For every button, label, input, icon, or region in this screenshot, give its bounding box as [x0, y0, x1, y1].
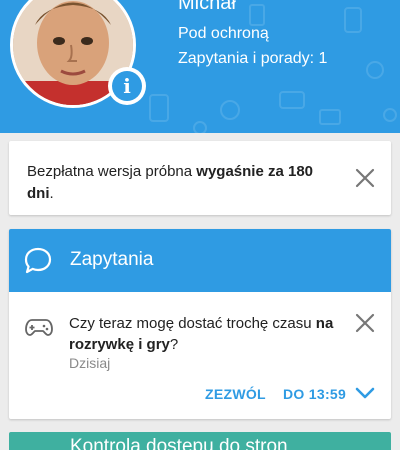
close-icon: [355, 313, 375, 333]
allow-until-button[interactable]: DO 13:59: [283, 386, 346, 402]
request-time: Dzisiaj: [69, 355, 111, 371]
site-access-card[interactable]: Kontrola dostępu do stron: [9, 432, 391, 450]
chat-bubble-icon: [24, 247, 52, 274]
trial-text-suffix: .: [49, 185, 54, 202]
info-button[interactable]: i: [108, 67, 146, 105]
gamepad-icon: [25, 319, 53, 336]
requests-header: Zapytania: [9, 229, 391, 292]
requests-count: Zapytania i porady: 1: [178, 50, 328, 67]
close-icon: [355, 168, 375, 188]
profile-header: i Michał Pod ochroną Zapytania i porady:…: [0, 0, 400, 133]
protection-status: Pod ochroną: [178, 25, 269, 42]
trial-card: Bezpłatna wersja próbna wygaśnie za 180 …: [9, 141, 391, 215]
requests-card: Zapytania Czy teraz mogę dostać trochę c…: [9, 229, 391, 419]
trial-text-prefix: Bezpłatna wersja próbna: [27, 163, 197, 180]
question-suffix: ?: [169, 336, 179, 353]
request-close-button[interactable]: [353, 311, 377, 335]
chevron-down-icon[interactable]: [355, 386, 375, 400]
requests-title: Zapytania: [70, 249, 154, 270]
allow-button[interactable]: ZEZWÓL: [205, 386, 266, 402]
site-access-title: Kontrola dostępu do stron: [70, 436, 288, 450]
question-prefix: Czy teraz mogę dostać trochę czasu: [69, 315, 316, 332]
info-icon: i: [112, 71, 142, 101]
trial-close-button[interactable]: [353, 166, 377, 190]
trial-message: Bezpłatna wersja próbna wygaśnie za 180 …: [27, 161, 337, 205]
child-name: Michał: [178, 0, 236, 14]
request-question: Czy teraz mogę dostać trochę czasu na ro…: [69, 313, 339, 355]
